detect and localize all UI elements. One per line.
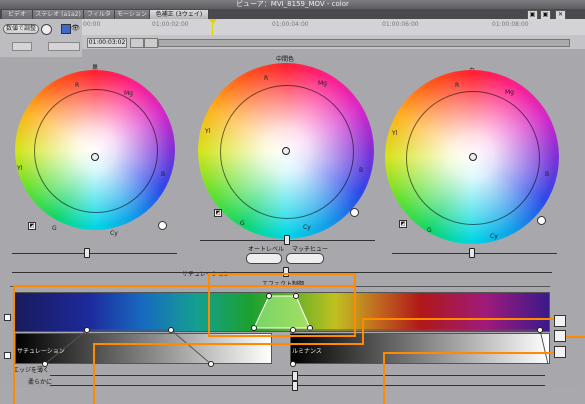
soften-thumb[interactable] [292,381,298,391]
step-back-icon[interactable] [130,38,144,48]
tab-video[interactable]: ビデオ [2,10,33,19]
tab-color-correct[interactable]: 色補正 (3ウェイ) [150,10,209,19]
playhead-marker-icon[interactable] [209,19,217,24]
callout-line [566,336,585,338]
eyedropper-icon[interactable]: ◩ [399,220,407,228]
wheel-label: Cy [110,230,118,237]
sat-handle[interactable] [208,361,214,367]
ruler-start: 00:00 [83,21,101,28]
step-forward-icon[interactable] [144,38,158,48]
checkbox-icon[interactable] [61,24,71,34]
wheel-label: Cy [303,224,311,231]
wheel-label: B [545,171,550,178]
wheel-label: B [359,167,364,174]
numeric-button[interactable]: 数値で調整 [3,24,39,34]
autolevel-buttons[interactable] [246,253,282,264]
reset-knob[interactable] [350,208,359,217]
window-title: ビューア：MVI_8159_MOV - color [0,0,585,9]
nav-buttons[interactable] [12,42,32,51]
matchhue-label: マッチヒュー [292,246,329,253]
slider-thumb[interactable] [469,248,475,258]
lum-handle[interactable] [537,327,543,333]
ruler-tick: 01:00:06:00 [382,21,419,28]
wheel-label: G [427,227,432,234]
wheel-label: R [455,82,460,89]
callout-line [383,352,554,354]
control-area: 数値で調整 👁 [0,19,82,57]
tab-motion[interactable]: モーション [115,10,150,19]
wheel-center-handle[interactable] [91,153,99,161]
wheel-label: Yl [205,128,211,135]
tab-filter[interactable]: フィルタ [84,10,115,19]
wheel-label: Yl [17,165,23,172]
callout-line [93,343,363,345]
sat-handle[interactable] [84,327,90,333]
edge-thin-label: エッジを薄く [13,367,50,374]
wheel-label: G [240,220,245,227]
wheel-label: Mg [505,89,514,96]
wheel-ring [34,89,158,213]
wheel-label: Mg [124,90,133,97]
wheel-label: G [52,225,57,232]
target-icon[interactable] [41,24,52,35]
soften-label: 柔らかに [28,379,53,386]
autolevel-label: オートレベル [248,246,285,253]
timeline-ruler[interactable]: 00:00 01:00:02:00 01:00:04:00 01:00:06:0… [82,19,585,36]
slider-thumb[interactable] [84,248,90,258]
timecode-row: 01:00:03:02 [82,35,585,49]
wheel-label: Cy [490,233,498,240]
wheel-label: R [264,75,269,82]
invert-icon[interactable] [554,346,566,358]
wheel-label: Mg [318,80,327,87]
toggle-mask-icon[interactable] [554,330,566,342]
balance-slider[interactable] [12,253,177,254]
ruler-tick: 01:00:08:00 [492,21,529,28]
eye-icon[interactable]: 👁 [71,24,80,32]
callout-line [13,285,356,287]
callout-line [13,285,15,404]
sat-checkbox[interactable] [4,352,11,359]
eyedropper-icon[interactable] [554,315,566,327]
callout-box [208,273,356,337]
keyframe-buttons[interactable] [48,42,80,51]
slider-thumb[interactable] [284,235,290,245]
sat-handle[interactable] [168,327,174,333]
reset-knob[interactable] [537,216,546,225]
wheel-label: B [161,171,166,178]
wheel-label: Yl [392,130,398,137]
timeline-scroller[interactable] [158,39,570,47]
callout-line [362,318,554,320]
callout-line [362,318,364,345]
hue-checkbox[interactable] [4,314,11,321]
edge-thin-thumb[interactable] [292,371,298,381]
ruler-tick: 01:00:02:00 [152,21,189,28]
ruler-tick: 01:00:04:00 [272,21,309,28]
wheel-title: 中間色 [276,56,295,63]
callout-line [93,343,95,404]
timecode-field[interactable]: 01:00:03:02 [87,38,127,48]
matchhue-buttons[interactable] [286,253,324,264]
wheel-center-handle[interactable] [469,153,477,161]
wheel-center-handle[interactable] [282,147,290,155]
tab-bar: ビデオ ステレオ (a1a2) フィルタ モーション 色補正 (3ウェイ) [0,9,585,19]
callout-line [383,352,385,404]
eyedropper-icon[interactable]: ◩ [28,222,36,230]
reset-knob[interactable] [158,221,167,230]
lum-handle[interactable] [290,361,296,367]
wheel-label: R [75,82,80,89]
tab-stereo[interactable]: ステレオ (a1a2) [33,10,84,19]
eyedropper-icon[interactable]: ◩ [214,209,222,217]
saturation-range-shape [44,329,212,365]
